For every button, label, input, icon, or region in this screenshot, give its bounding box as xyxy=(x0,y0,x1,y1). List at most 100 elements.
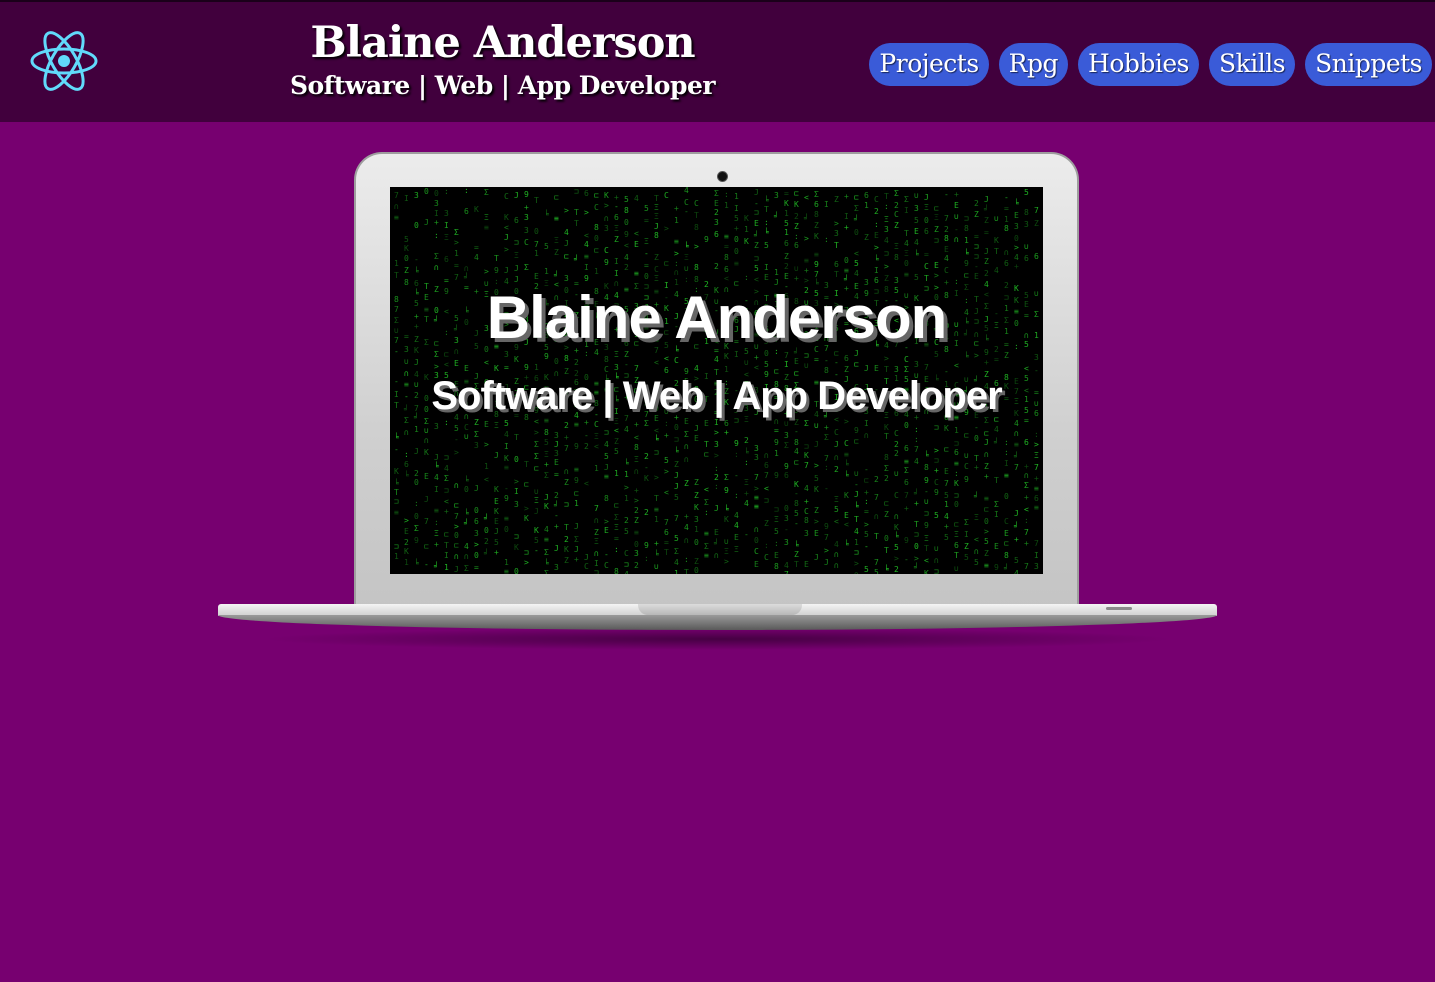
laptop-status-light xyxy=(1106,607,1132,610)
svg-text:>: > xyxy=(664,224,669,233)
svg-text::: : xyxy=(884,202,889,211)
svg-text:Σ: Σ xyxy=(484,188,489,197)
svg-text:+: + xyxy=(1024,493,1029,502)
svg-text:<: < xyxy=(804,193,809,202)
svg-text:E: E xyxy=(934,261,939,270)
svg-text:∩: ∩ xyxy=(434,263,439,272)
svg-text:8: 8 xyxy=(724,253,729,262)
svg-text:0: 0 xyxy=(974,434,979,443)
svg-text:T: T xyxy=(534,196,539,205)
svg-text::: : xyxy=(864,497,869,506)
svg-text:6: 6 xyxy=(584,189,589,198)
react-atom-icon[interactable] xyxy=(30,29,98,93)
svg-text:⊐: ⊐ xyxy=(854,548,859,557)
svg-text:>: > xyxy=(984,527,989,536)
svg-text:1: 1 xyxy=(784,228,789,237)
svg-text:1: 1 xyxy=(944,500,949,509)
svg-text:C: C xyxy=(964,462,969,471)
svg-text:3: 3 xyxy=(554,431,559,440)
svg-text:1: 1 xyxy=(854,538,859,547)
svg-text:-: - xyxy=(394,445,399,454)
svg-text:T: T xyxy=(654,194,659,203)
svg-text:╘: ╘ xyxy=(464,475,469,485)
svg-text:7: 7 xyxy=(634,364,639,373)
nav-projects-button[interactable]: Projects xyxy=(869,43,989,86)
svg-text:⊏: ⊏ xyxy=(984,429,989,438)
svg-text:2: 2 xyxy=(894,449,899,458)
svg-text:╛: ╛ xyxy=(753,230,759,240)
svg-text:3: 3 xyxy=(1034,353,1039,362)
svg-text:6: 6 xyxy=(714,230,719,239)
svg-text:2: 2 xyxy=(564,421,569,430)
svg-text:4: 4 xyxy=(884,236,889,245)
svg-text:Ξ: Ξ xyxy=(614,224,619,233)
svg-text:I: I xyxy=(844,212,849,221)
svg-text:5: 5 xyxy=(764,360,769,369)
svg-text:Z: Z xyxy=(794,418,799,427)
svg-text:+: + xyxy=(1034,474,1039,483)
nav-skills-button[interactable]: Skills xyxy=(1209,43,1296,86)
svg-text:<: < xyxy=(484,475,489,484)
svg-text:C: C xyxy=(874,195,879,204)
svg-text:2: 2 xyxy=(944,225,949,234)
svg-text:9: 9 xyxy=(774,438,779,447)
svg-text:╛: ╛ xyxy=(483,513,489,523)
svg-text:Z: Z xyxy=(654,253,659,262)
svg-text:≡: ≡ xyxy=(604,472,609,481)
svg-text:J: J xyxy=(564,239,569,248)
nav-hobbies-button[interactable]: Hobbies xyxy=(1078,43,1199,86)
svg-text:>: > xyxy=(1034,440,1039,449)
svg-text:∩: ∩ xyxy=(864,431,869,440)
svg-text:9: 9 xyxy=(904,536,909,545)
svg-text:T: T xyxy=(834,241,839,250)
svg-text:2: 2 xyxy=(874,475,879,484)
svg-text:=: = xyxy=(474,563,479,572)
svg-text:7: 7 xyxy=(874,493,879,502)
svg-text:4: 4 xyxy=(504,430,509,439)
svg-text:>: > xyxy=(654,473,659,482)
svg-text:4: 4 xyxy=(904,239,909,248)
svg-text:╛: ╛ xyxy=(463,518,469,528)
svg-text:>: > xyxy=(874,243,879,252)
svg-text:I: I xyxy=(504,442,509,451)
svg-text:╘: ╘ xyxy=(434,461,439,471)
svg-text:E: E xyxy=(424,472,429,481)
svg-text:⊐: ⊐ xyxy=(934,456,939,465)
webcam-icon xyxy=(717,171,728,182)
svg-text:5: 5 xyxy=(914,273,919,282)
svg-text:╛: ╛ xyxy=(803,213,809,223)
svg-text:+: + xyxy=(934,466,939,475)
svg-text:K: K xyxy=(804,451,809,460)
svg-text:-: - xyxy=(734,471,739,480)
svg-text:E: E xyxy=(944,245,949,254)
svg-text:Z: Z xyxy=(764,519,769,528)
nav-snippets-button[interactable]: Snippets xyxy=(1305,43,1432,86)
svg-text:J: J xyxy=(554,440,559,449)
svg-text:2: 2 xyxy=(874,207,879,216)
laptop-lid: 7 ∩ ≡ 1 T 8 7 Σ ∪ 7- - I T ╘ - K ╘ T ⊐ ≡ ⊐ 1 I 5 K 0 Z 8 = 3 ∪ ∩ ≡ - ╛ Σ ∩:6… xyxy=(354,152,1079,612)
svg-text:J: J xyxy=(574,545,579,554)
svg-text:+: + xyxy=(984,358,989,367)
svg-text:+: + xyxy=(584,418,589,427)
svg-text:T: T xyxy=(514,433,519,442)
svg-text:J: J xyxy=(554,544,559,553)
svg-text:C: C xyxy=(664,191,669,200)
svg-text:-: - xyxy=(644,249,649,258)
svg-text:+: + xyxy=(1014,262,1019,271)
svg-text:6: 6 xyxy=(474,517,479,526)
svg-text:≡: ≡ xyxy=(544,535,549,544)
svg-text:2: 2 xyxy=(574,358,579,367)
svg-text:T: T xyxy=(684,568,689,574)
svg-text:K: K xyxy=(424,448,429,457)
svg-text:5: 5 xyxy=(734,214,739,223)
svg-text:5: 5 xyxy=(944,533,949,542)
svg-text:0: 0 xyxy=(484,526,489,535)
svg-text:⊐: ⊐ xyxy=(574,187,579,196)
svg-text:7: 7 xyxy=(664,518,669,527)
svg-text:⊐: ⊐ xyxy=(764,496,769,505)
nav-rpg-button[interactable]: Rpg xyxy=(998,43,1069,86)
svg-text:K: K xyxy=(944,424,949,433)
svg-text:J: J xyxy=(424,218,429,227)
svg-text:9: 9 xyxy=(784,462,789,471)
svg-text:⊐: ⊐ xyxy=(394,542,399,551)
